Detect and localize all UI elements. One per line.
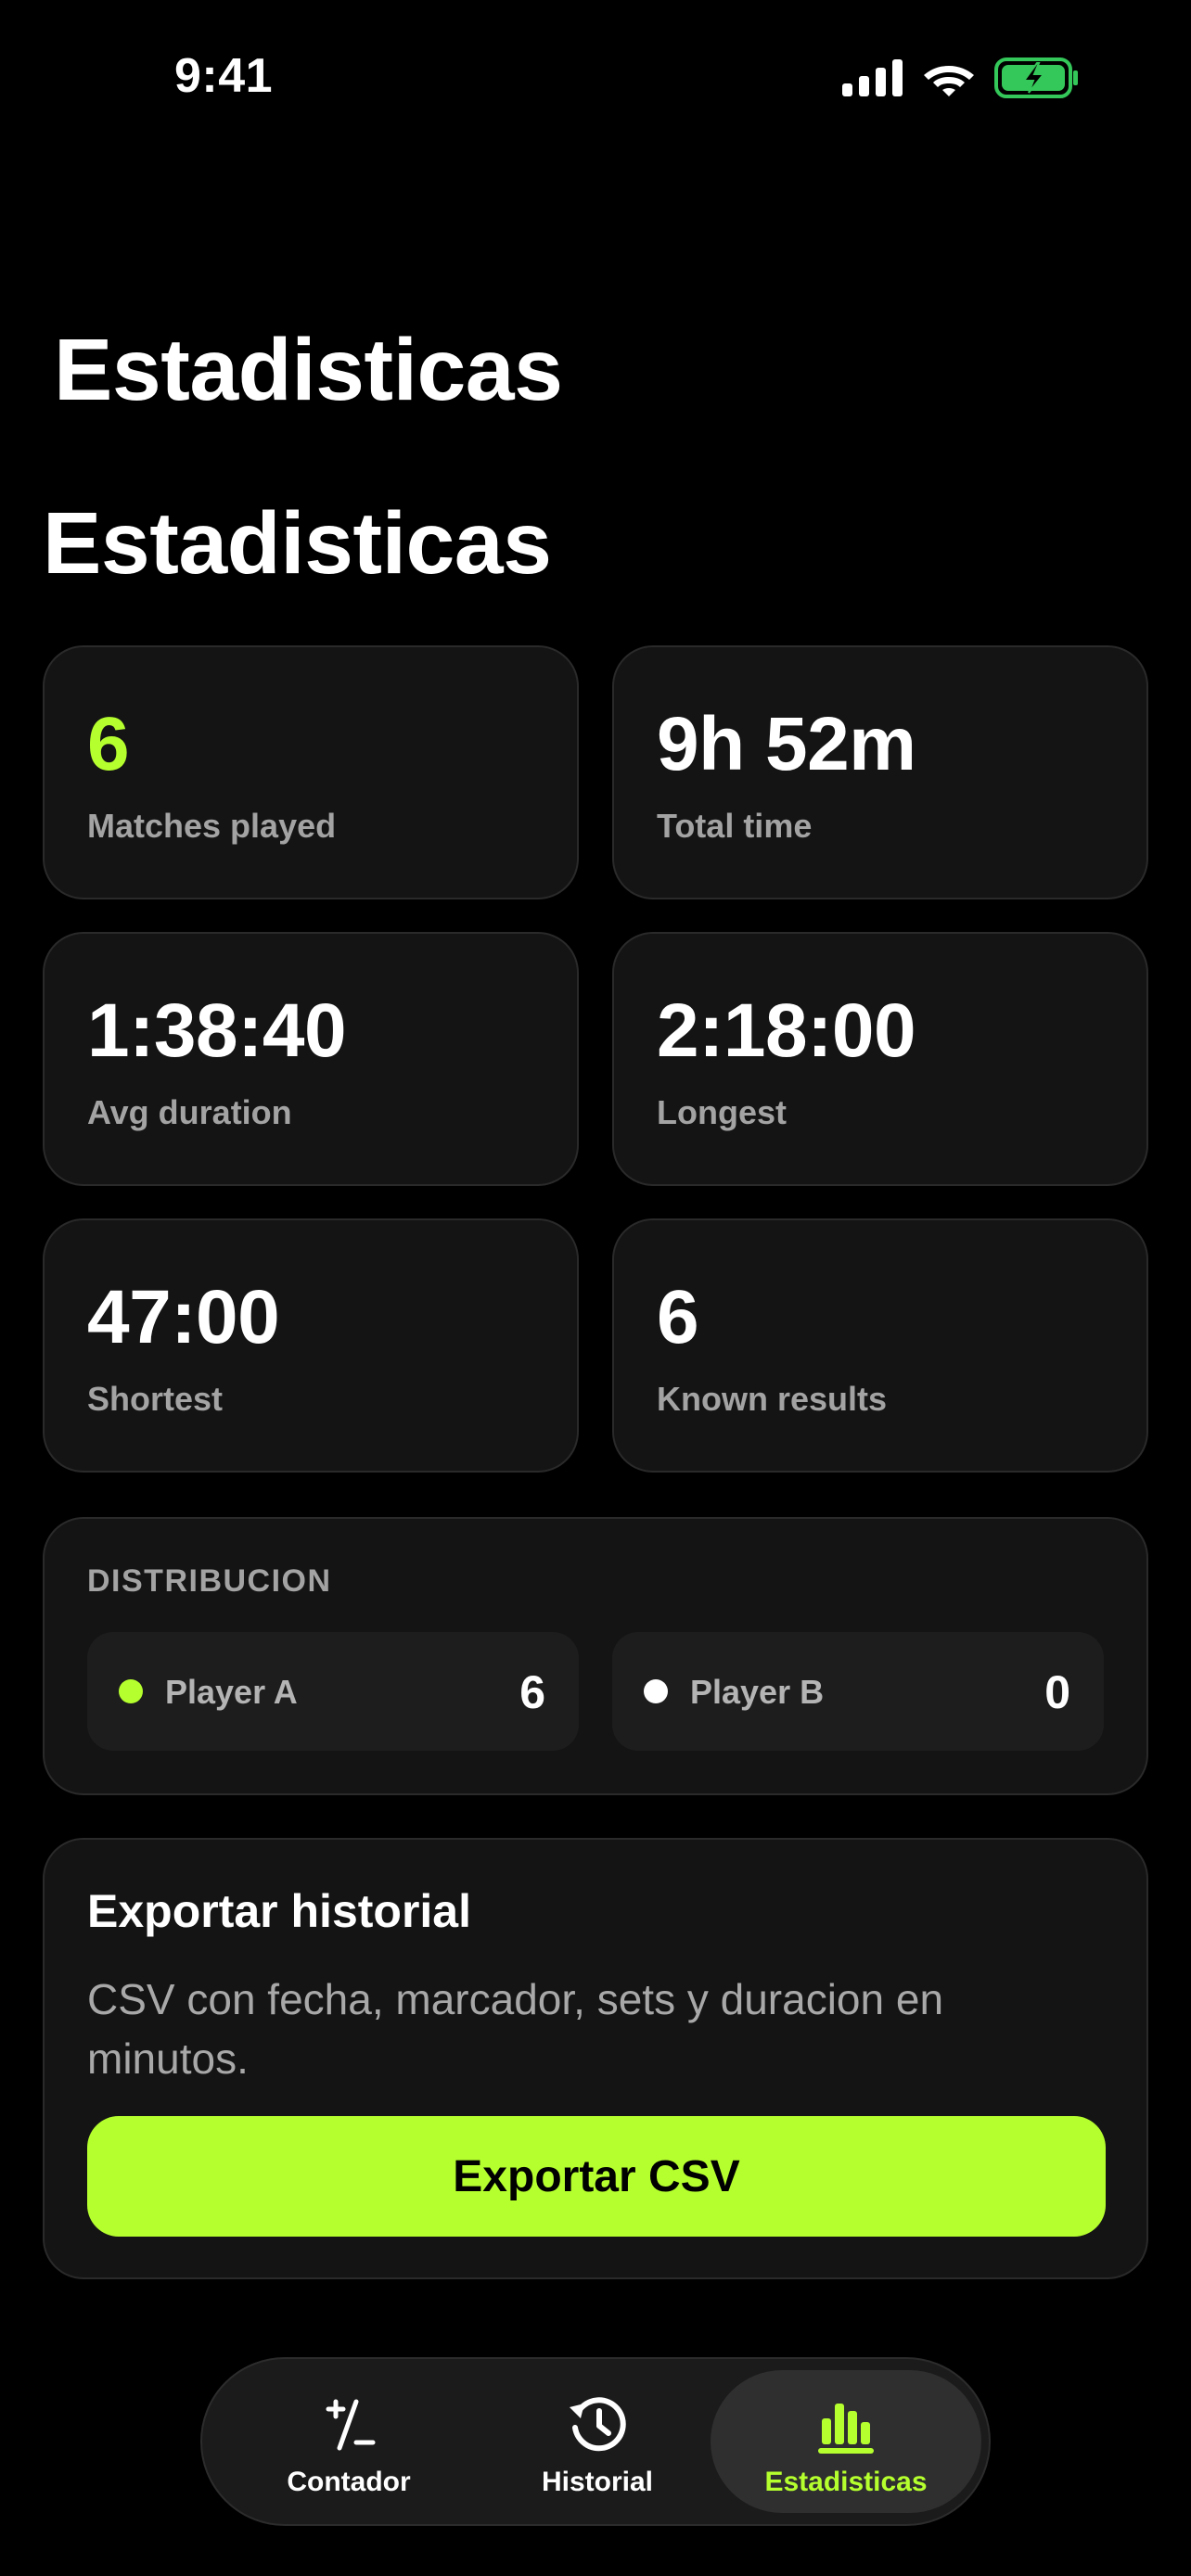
stat-value: 9h 52m [657,702,916,786]
stat-label: Longest [657,1093,787,1131]
stat-value: 6 [657,1275,699,1359]
stat-card-known-results: 6 Known results [612,1218,1148,1473]
stat-label: Avg duration [87,1093,292,1131]
stat-value: 6 [87,702,130,786]
distribution-item-player-a: Player A 6 [87,1632,579,1751]
stat-label: Matches played [87,807,337,845]
navigation-title: Estadisticas [54,321,563,419]
tab-label: Contador [287,2467,411,2497]
tab-label: Historial [541,2467,654,2497]
player-count: 0 [1044,1666,1070,1718]
stat-card-total-time: 9h 52m Total time [612,645,1148,899]
history-clock-icon [570,2397,626,2452]
cellular-signal-icon [842,59,903,96]
stat-value: 1:38:40 [87,988,347,1073]
export-title: Exportar historial [87,1885,471,1937]
tab-contador[interactable]: Contador [213,2370,484,2513]
stat-card-shortest: 47:00 Shortest [43,1218,579,1473]
distribution-card: DISTRIBUCION Player A 6 Player B 0 [43,1517,1148,1795]
wifi-icon [924,66,974,96]
export-card: Exportar historial CSV con fecha, marcad… [43,1838,1148,2279]
stat-label: Total time [657,807,813,845]
stat-card-longest: 2:18:00 Longest [612,932,1148,1186]
stat-card-avg-duration: 1:38:40 Avg duration [43,932,579,1186]
distribution-heading: DISTRIBUCION [87,1563,332,1599]
tab-bar: Contador Historial Estadisticas [200,2357,991,2526]
player-a-dot-icon [119,1679,143,1703]
player-name: Player A [165,1673,298,1711]
export-description: CSV con fecha, marcador, sets y duracion… [87,1975,944,2083]
tab-historial[interactable]: Historial [462,2370,733,2513]
stat-value: 47:00 [87,1275,280,1359]
tab-estadisticas[interactable]: Estadisticas [711,2370,981,2513]
export-csv-button[interactable]: Exportar CSV [87,2116,1106,2237]
plus-minus-icon [326,2399,376,2451]
status-icons [842,57,1080,98]
battery-charging-icon [994,57,1078,98]
bar-chart-icon [818,2404,874,2454]
status-bar: 9:41 [0,0,1191,139]
status-time: 9:41 [174,49,274,103]
player-count: 6 [519,1666,545,1718]
player-name: Player B [690,1673,825,1711]
player-b-dot-icon [644,1679,668,1703]
stat-card-matches-played: 6 Matches played [43,645,579,899]
distribution-item-player-b: Player B 0 [612,1632,1104,1751]
stat-label: Shortest [87,1380,224,1418]
tab-label: Estadisticas [764,2467,928,2497]
stat-value: 2:18:00 [657,988,916,1073]
stat-label: Known results [657,1380,888,1418]
page-title: Estadisticas [43,494,552,593]
